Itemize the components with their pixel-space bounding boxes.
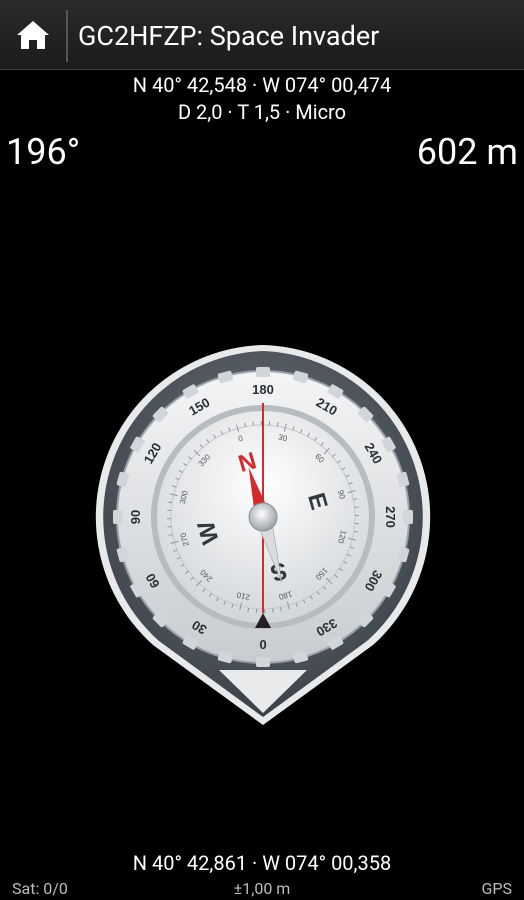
target-coordinates: N 40° 42,548 · W 074° 00,474 bbox=[132, 73, 392, 97]
bezel-label: 270 bbox=[383, 506, 398, 528]
distance-readout: 602 m bbox=[416, 131, 518, 173]
face-tick bbox=[276, 422, 279, 427]
face-tick bbox=[247, 607, 250, 612]
status-bar: Sat: 0/0 ±1,00 m GPS bbox=[0, 877, 524, 900]
gps-accuracy: ±1,00 m bbox=[233, 879, 291, 898]
home-icon bbox=[17, 21, 49, 49]
face-tick bbox=[353, 530, 358, 533]
bezel-tooth bbox=[256, 657, 270, 667]
page-title: GC2HFZP: Space Invader bbox=[78, 20, 380, 52]
action-bar-divider bbox=[66, 10, 68, 62]
compass: 180 210 240 270 300 330 0 30 60 90 120 150 0 30 60 90 1… bbox=[91, 345, 436, 730]
location-provider: GPS bbox=[481, 879, 513, 898]
compass-hub bbox=[248, 502, 278, 532]
action-bar: GC2HFZP: Space Invader bbox=[0, 0, 524, 70]
heading-readout: 196° bbox=[6, 131, 81, 173]
bezel-tooth bbox=[403, 510, 413, 524]
bezel-tooth bbox=[113, 510, 123, 524]
bezel-tooth bbox=[256, 367, 270, 377]
current-coordinates: N 40° 42,861 · W 074° 00,358 bbox=[132, 851, 392, 875]
compass-graphic: 1802102402703003300306090120150 0 3060901… bbox=[95, 345, 431, 725]
bezel-label: 90 bbox=[128, 510, 143, 524]
bezel-label: 180 bbox=[252, 382, 274, 397]
difficulty-terrain-size: D 2,0 · T 1,5 · Micro bbox=[177, 100, 347, 124]
face-tick bbox=[168, 501, 173, 504]
bezel-label: 0 bbox=[259, 637, 266, 652]
home-button[interactable] bbox=[0, 0, 66, 70]
